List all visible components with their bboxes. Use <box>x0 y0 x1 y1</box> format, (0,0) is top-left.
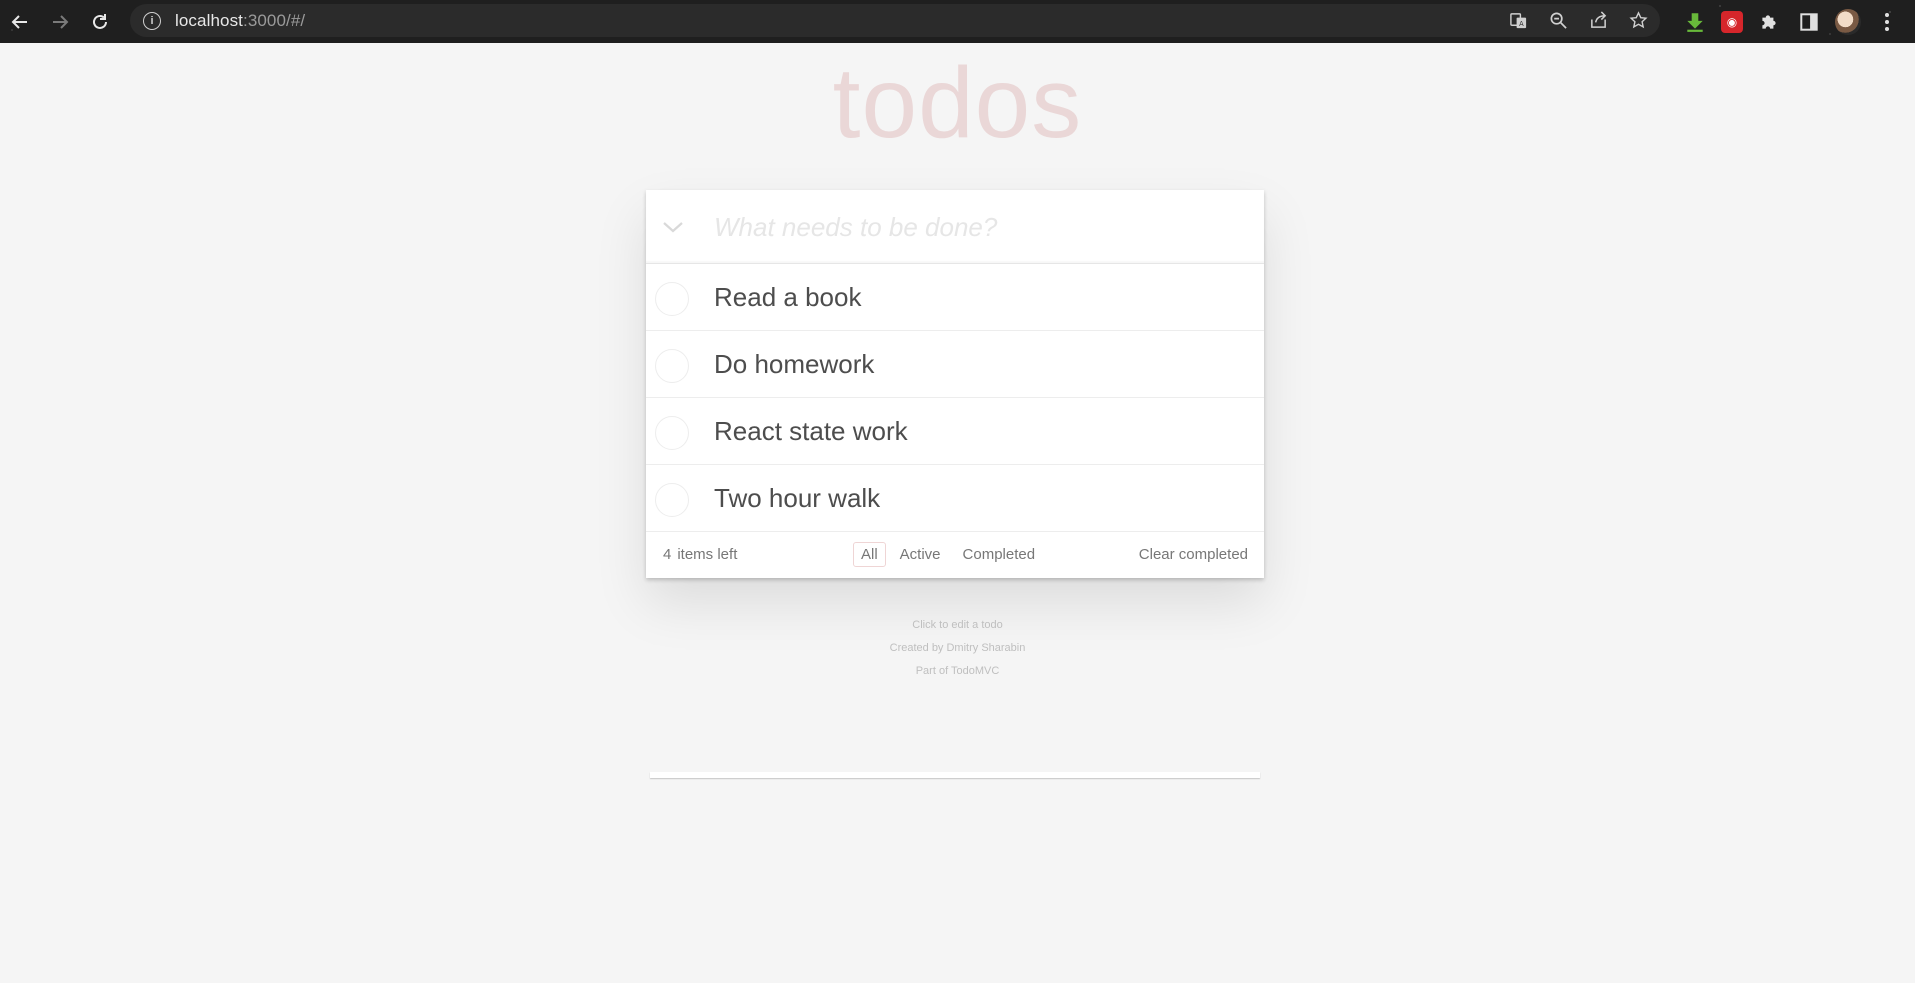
todo-item[interactable]: Read a book <box>646 264 1264 331</box>
side-panel-icon[interactable] <box>1795 8 1823 36</box>
items-left-number: 4 <box>663 546 672 563</box>
url-path: :3000/#/ <box>243 10 306 30</box>
omnibox-actions: A <box>1506 4 1650 37</box>
back-icon[interactable] <box>0 2 40 42</box>
download-extension-icon[interactable] <box>1681 8 1709 36</box>
todo-label[interactable]: React state work <box>714 398 908 465</box>
browser-toolbar: i localhost:3000/#/ A ◉ <box>0 0 1915 43</box>
menu-kebab-icon[interactable] <box>1873 8 1901 36</box>
chevron-down-icon[interactable] <box>658 212 688 242</box>
stack-shadow <box>650 772 1260 778</box>
app-title: todos <box>832 47 1083 159</box>
extensions-area: ◉ <box>1681 0 1915 43</box>
todo-list: Read a book Do homework React state work… <box>646 264 1264 532</box>
profile-avatar[interactable] <box>1835 8 1861 35</box>
todo-item[interactable]: Do homework <box>646 331 1264 398</box>
todo-checkbox[interactable] <box>655 483 689 517</box>
todo-app: Read a book Do homework React state work… <box>646 190 1264 782</box>
translate-icon[interactable]: A <box>1506 9 1530 33</box>
svg-text:A: A <box>1519 20 1524 28</box>
bookmark-star-icon[interactable] <box>1626 9 1650 33</box>
todo-label[interactable]: Do homework <box>714 331 874 398</box>
info-part-of: Part of TodoMVC <box>915 665 1000 677</box>
clear-completed-button[interactable]: Clear completed <box>1139 546 1248 563</box>
new-todo-input[interactable] <box>714 190 1254 264</box>
todo-footer: 4 items left All Active Completed Clear c… <box>646 532 1264 578</box>
todo-checkbox[interactable] <box>655 416 689 450</box>
zoom-icon[interactable] <box>1546 9 1570 33</box>
filter-active[interactable]: Active <box>892 542 949 567</box>
info-edit-hint: Click to edit a todo <box>912 619 1003 631</box>
forward-icon[interactable] <box>40 2 80 42</box>
todo-item[interactable]: React state work <box>646 398 1264 465</box>
todo-label[interactable]: Read a book <box>714 264 861 331</box>
todo-item[interactable]: Two hour walk <box>646 465 1264 532</box>
info-icon[interactable]: i <box>143 11 161 30</box>
red-extension-icon[interactable]: ◉ <box>1721 10 1743 33</box>
filter-all[interactable]: All <box>853 542 886 567</box>
info-author: Created by Dmitry Sharabin <box>889 642 1026 654</box>
todo-checkbox[interactable] <box>655 349 689 383</box>
puzzle-extensions-icon[interactable] <box>1755 8 1783 36</box>
todo-label[interactable]: Two hour walk <box>714 465 880 532</box>
filter-completed[interactable]: Completed <box>955 542 1044 567</box>
items-left-label: items left <box>677 546 738 563</box>
todo-checkbox[interactable] <box>655 282 689 316</box>
new-todo-row <box>646 190 1264 264</box>
url-text[interactable]: localhost:3000/#/ <box>175 11 305 31</box>
share-icon[interactable] <box>1586 9 1610 33</box>
info-footer: Click to edit a todo Created by Dmitry S… <box>0 614 1915 683</box>
items-left-count: 4 items left <box>663 546 737 563</box>
address-bar[interactable]: i localhost:3000/#/ A <box>130 4 1660 37</box>
reload-icon[interactable] <box>80 2 120 42</box>
filter-tabs: All Active Completed <box>853 542 1043 567</box>
url-host: localhost <box>175 10 243 30</box>
